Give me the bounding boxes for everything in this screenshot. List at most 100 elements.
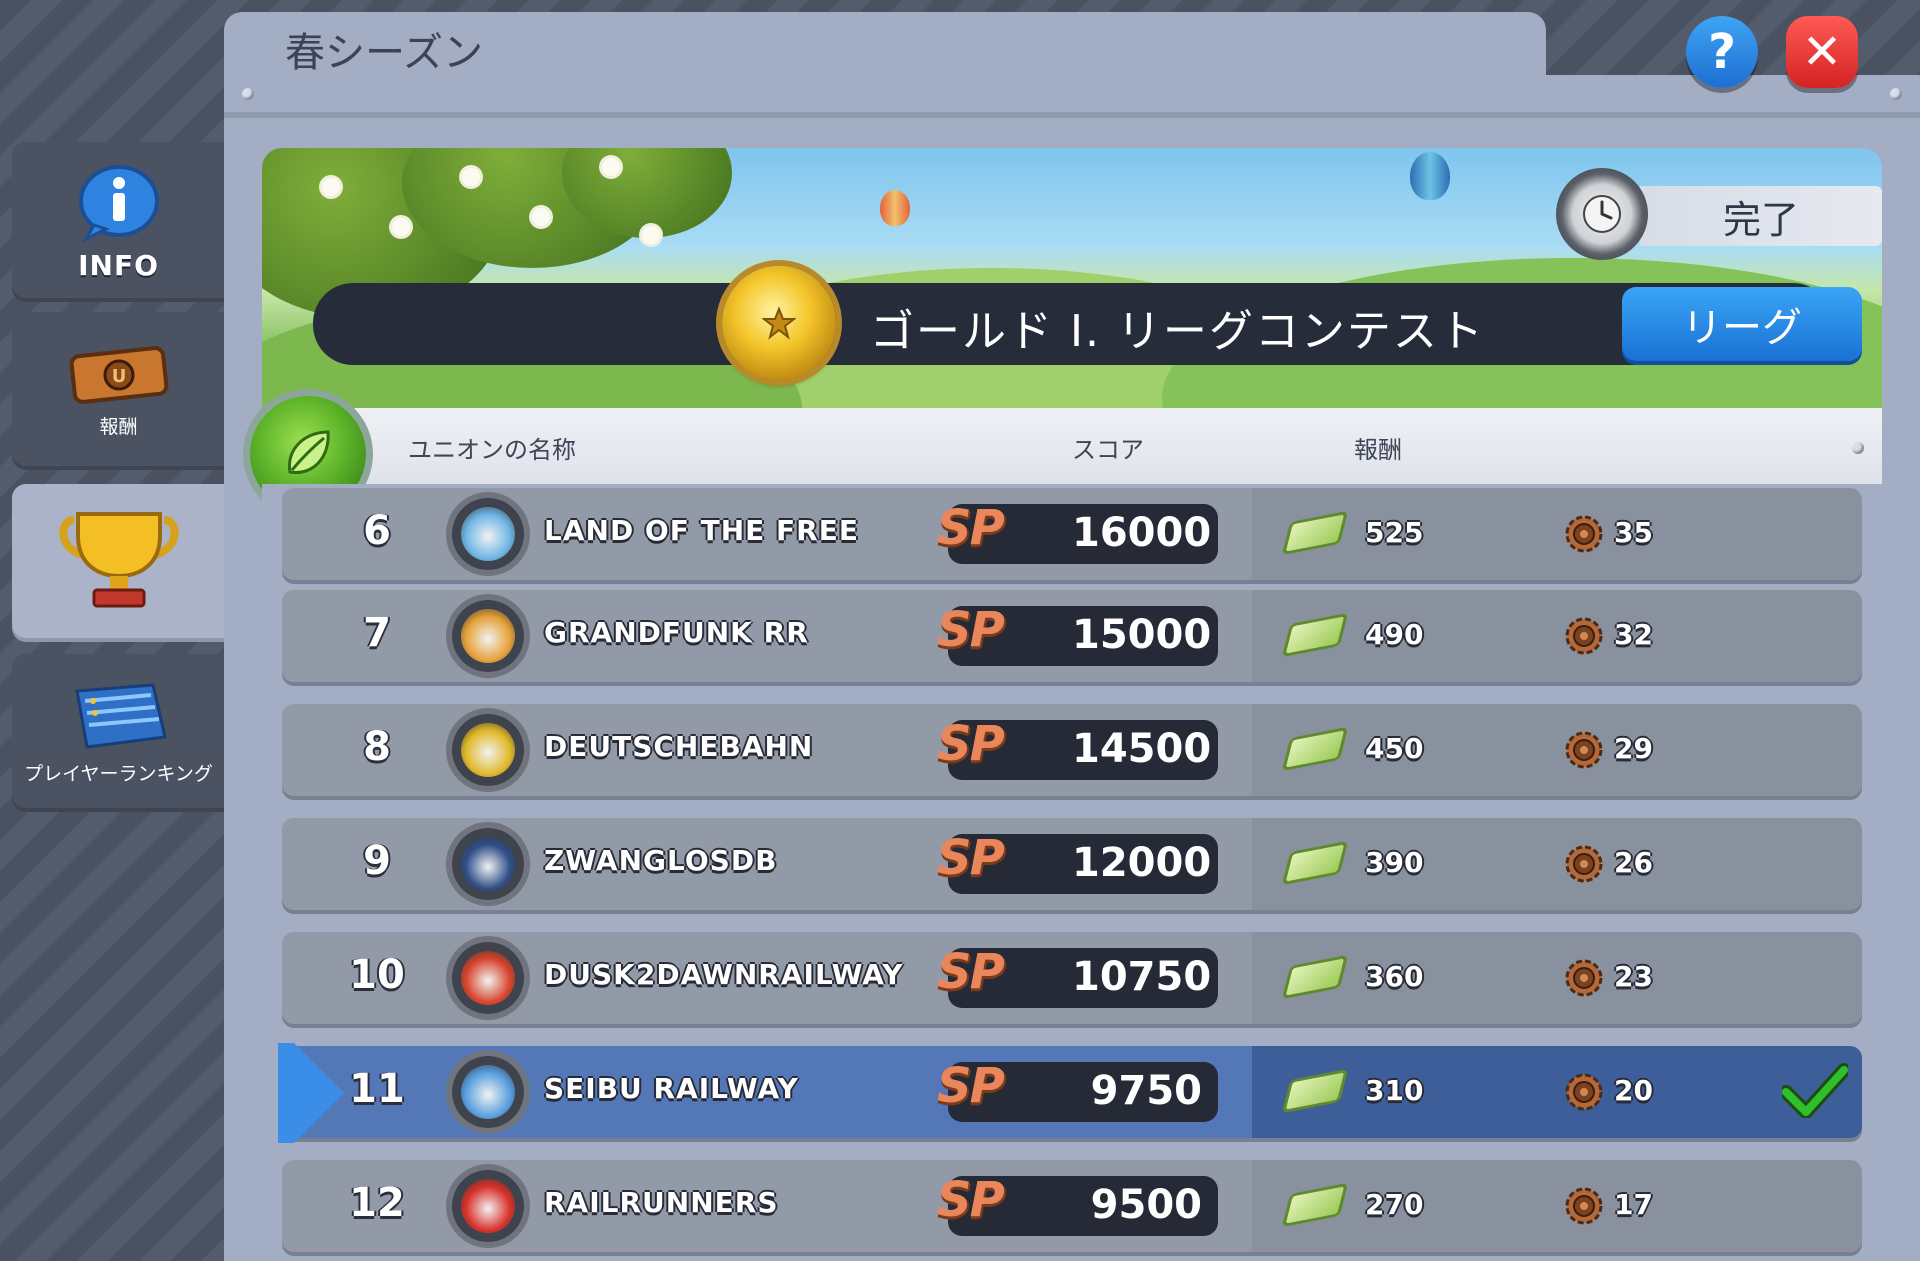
table-header: ユニオンの名称 スコア 報酬 xyxy=(262,408,1882,484)
gold-league-medal-icon xyxy=(722,266,836,380)
union-name[interactable]: SEIBU RAILWAY xyxy=(544,1072,799,1105)
train-icon xyxy=(461,1179,515,1233)
cash-icon xyxy=(1281,612,1349,658)
svg-text:U: U xyxy=(111,366,126,387)
union-emblem-icon xyxy=(452,498,524,570)
cash-reward-value: 310 xyxy=(1365,1074,1424,1107)
cash-icon xyxy=(1281,510,1349,556)
train-icon xyxy=(461,1065,515,1119)
union-emblem-icon xyxy=(452,828,524,900)
table-row[interactable]: 12 RAILRUNNERS SP 9500 270 17 xyxy=(282,1160,1862,1252)
gear-reward-value: 23 xyxy=(1614,960,1653,993)
column-header-score: スコア xyxy=(1072,436,1144,464)
train-icon xyxy=(461,837,515,891)
score-value: 16000 xyxy=(1072,510,1212,556)
rivet xyxy=(242,88,254,100)
league-title: ゴールド I. リーグコンテスト xyxy=(870,306,1485,357)
score-value: 9750 xyxy=(1090,1068,1202,1114)
sidebar-item-label: プレイヤーランキング xyxy=(24,762,213,785)
rank-number: 12 xyxy=(349,1180,405,1226)
cash-reward-value: 360 xyxy=(1365,960,1424,993)
rank-number: 10 xyxy=(349,952,405,998)
union-emblem-icon xyxy=(452,600,524,672)
clock-hands-icon xyxy=(1583,195,1621,233)
sp-badge: SP xyxy=(937,602,1005,658)
gear-reward-value: 17 xyxy=(1614,1188,1653,1221)
page-title: 春シーズン xyxy=(285,30,483,76)
table-row[interactable]: 7 GRANDFUNK RR SP 15000 490 32 xyxy=(282,590,1862,682)
score-value: 12000 xyxy=(1072,840,1212,886)
gear-reward-value: 35 xyxy=(1614,516,1653,549)
status-badge: 完了 xyxy=(1640,186,1882,246)
rivet xyxy=(1890,88,1902,100)
gear-icon xyxy=(1565,1187,1603,1225)
rank-number: 6 xyxy=(363,508,391,554)
union-name[interactable]: LAND OF THE FREE xyxy=(544,514,859,547)
table-row[interactable]: 11 SEIBU RAILWAY SP 9750 310 20 xyxy=(282,1046,1862,1138)
cash-icon xyxy=(1281,1182,1349,1228)
gear-icon xyxy=(1565,515,1603,553)
sidebar-item-rewards[interactable]: U 報酬 xyxy=(12,312,225,470)
sidebar-item-player-ranking[interactable]: プレイヤーランキング xyxy=(12,654,225,812)
sidebar-item-label: 報酬 xyxy=(99,415,138,438)
gear-icon xyxy=(1565,959,1603,997)
league-button[interactable]: リーグ xyxy=(1622,287,1862,361)
cash-reward-value: 490 xyxy=(1365,618,1424,651)
union-name[interactable]: ZWANGLOSDB xyxy=(544,844,777,877)
current-union-marker-icon xyxy=(278,1043,344,1143)
banner-flower xyxy=(462,168,480,186)
gear-icon xyxy=(1565,617,1603,655)
banner-flower xyxy=(392,218,410,236)
cash-icon xyxy=(1281,954,1349,1000)
sp-badge: SP xyxy=(937,830,1005,886)
score-value: 10750 xyxy=(1072,954,1212,1000)
cash-reward-value: 390 xyxy=(1365,846,1424,879)
rank-number: 7 xyxy=(363,610,391,656)
union-name[interactable]: DUSK2DAWNRAILWAY xyxy=(544,958,904,991)
cash-icon xyxy=(1281,726,1349,772)
table-row[interactable]: 6 LAND OF THE FREE SP 16000 525 35 xyxy=(282,488,1862,580)
cash-icon xyxy=(1281,840,1349,886)
gear-reward-value: 32 xyxy=(1614,618,1653,651)
stopwatch-icon xyxy=(1556,168,1648,260)
sp-badge: SP xyxy=(937,716,1005,772)
sidebar-item-info[interactable]: INFO xyxy=(12,142,225,302)
sidebar: INFO U 報酬 プレイヤーランキング xyxy=(0,0,225,1261)
score-value: 15000 xyxy=(1072,612,1212,658)
banner-flower xyxy=(532,208,550,226)
rivet xyxy=(1852,442,1864,454)
leaf-icon xyxy=(287,430,330,474)
balloon-icon xyxy=(1410,152,1450,200)
gear-reward-value: 20 xyxy=(1614,1074,1653,1107)
sp-badge: SP xyxy=(937,1058,1005,1114)
train-icon xyxy=(461,951,515,1005)
check-icon xyxy=(1782,1063,1848,1118)
column-header-reward: 報酬 xyxy=(1354,436,1402,464)
union-emblem-icon xyxy=(452,942,524,1014)
ranking-list[interactable]: 6 LAND OF THE FREE SP 16000 525 35 7 GRANDFUNK … xyxy=(262,484,1882,1261)
rank-number: 11 xyxy=(349,1066,405,1112)
cash-reward-value: 525 xyxy=(1365,516,1424,549)
union-name[interactable]: RAILRUNNERS xyxy=(544,1186,779,1219)
cash-icon xyxy=(1281,1068,1349,1114)
help-button[interactable]: ? xyxy=(1686,16,1758,88)
gear-icon xyxy=(1565,845,1603,883)
sidebar-item-league[interactable] xyxy=(12,484,225,642)
table-row[interactable]: 9 ZWANGLOSDB SP 12000 390 26 xyxy=(282,818,1862,910)
gear-icon xyxy=(1565,731,1603,769)
rank-number: 9 xyxy=(363,838,391,884)
balloon-icon xyxy=(880,190,910,226)
union-name[interactable]: GRANDFUNK RR xyxy=(544,616,809,649)
table-row[interactable]: 10 DUSK2DAWNRAILWAY SP 10750 360 23 xyxy=(282,932,1862,1024)
info-icon xyxy=(78,164,159,243)
train-icon xyxy=(461,507,515,561)
cash-reward-value: 270 xyxy=(1365,1188,1424,1221)
rank-number: 8 xyxy=(363,724,391,770)
sp-badge: SP xyxy=(937,1172,1005,1228)
score-value: 9500 xyxy=(1090,1182,1202,1228)
union-name[interactable]: DEUTSCHEBAHN xyxy=(544,730,813,763)
banner-flower xyxy=(322,178,340,196)
close-button[interactable]: ✕ xyxy=(1786,16,1858,88)
table-row[interactable]: 8 DEUTSCHEBAHN SP 14500 450 29 xyxy=(282,704,1862,796)
train-icon xyxy=(461,723,515,777)
